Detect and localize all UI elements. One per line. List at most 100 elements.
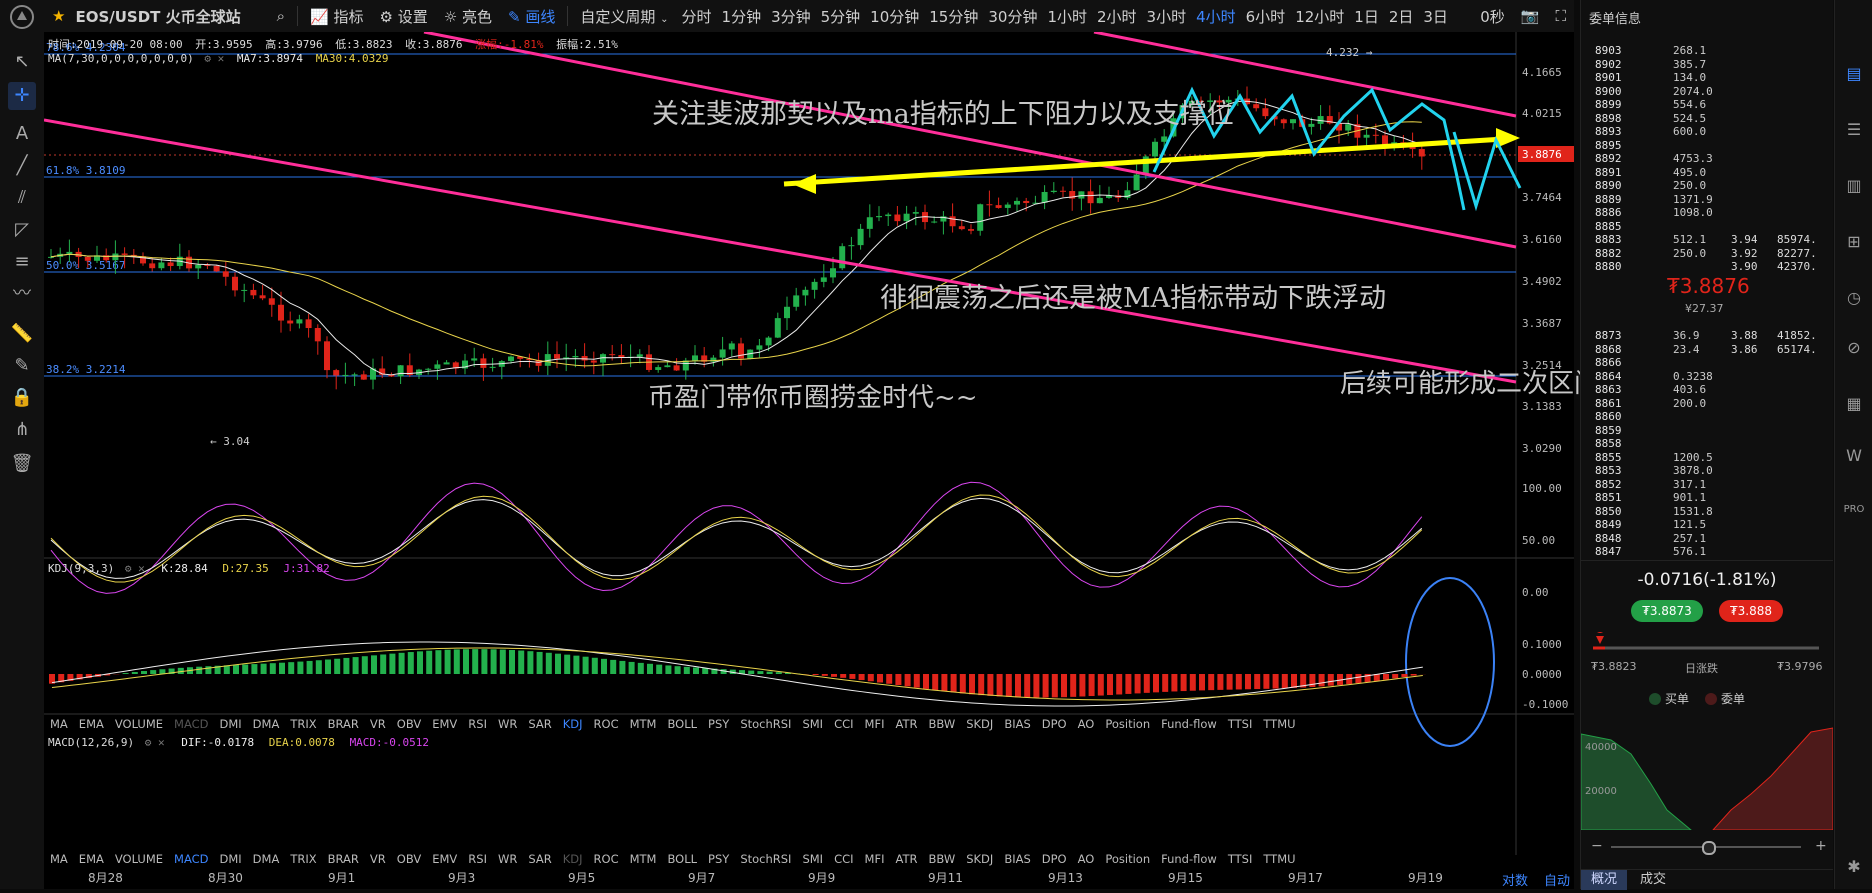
- macd-settings-icon[interactable]: ⚙ ✕: [145, 736, 165, 749]
- order-book-row[interactable]: 8852317.1: [1581, 478, 1833, 491]
- indicator-tab[interactable]: SKDJ: [966, 852, 993, 866]
- period-tab[interactable]: 2小时: [1092, 6, 1142, 27]
- crosshair-icon[interactable]: ✛: [8, 82, 36, 110]
- indicator-tab[interactable]: RSI: [468, 717, 487, 731]
- news-icon[interactable]: W: [1842, 444, 1866, 468]
- indicators-button[interactable]: 📈 指标: [302, 6, 371, 27]
- period-tab[interactable]: 30分钟: [983, 6, 1042, 27]
- clock-icon[interactable]: ◷: [1842, 286, 1866, 310]
- indicator-tab[interactable]: KDJ: [563, 852, 583, 866]
- indicator-tab[interactable]: BRAR: [328, 717, 359, 731]
- list-icon[interactable]: ☰: [1842, 118, 1866, 142]
- indicator-tab[interactable]: MA: [50, 717, 68, 731]
- order-book-row[interactable]: 88861098.0: [1581, 206, 1833, 219]
- indicator-tab[interactable]: SAR: [528, 717, 551, 731]
- lock-icon[interactable]: 🔒: [8, 384, 36, 412]
- tab-trades[interactable]: 成交: [1633, 870, 1673, 890]
- indicator-tab[interactable]: StochRSI: [740, 852, 791, 866]
- layout-icon[interactable]: ⊞: [1842, 230, 1866, 254]
- wave-tool-icon[interactable]: 〰: [8, 280, 36, 308]
- trend-line-icon[interactable]: ╱: [8, 152, 36, 180]
- indicator-tab[interactable]: TRIX: [290, 717, 316, 731]
- horizontal-line-icon[interactable]: ≡: [8, 248, 36, 276]
- indicator-tab[interactable]: BIAS: [1004, 852, 1030, 866]
- indicator-tab[interactable]: TRIX: [290, 852, 316, 866]
- period-tab[interactable]: 6小时: [1241, 6, 1291, 27]
- period-tab[interactable]: 12小时: [1290, 6, 1349, 27]
- indicator-tab[interactable]: SAR: [528, 852, 551, 866]
- settings-cog-icon[interactable]: ✱: [1842, 855, 1866, 879]
- order-book-row[interactable]: 8861200.0: [1581, 397, 1833, 410]
- order-book-row[interactable]: 8863403.6: [1581, 383, 1833, 396]
- period-tab[interactable]: 分时: [677, 6, 717, 27]
- buy-price-button[interactable]: ₮3.8873: [1631, 600, 1703, 622]
- order-book-row[interactable]: 8890250.0: [1581, 179, 1833, 192]
- indicator-tab[interactable]: AO: [1078, 852, 1095, 866]
- indicator-tab[interactable]: ATR: [895, 852, 917, 866]
- indicator-tab[interactable]: TTSI: [1228, 852, 1253, 866]
- indicator-tab[interactable]: MACD: [174, 852, 208, 866]
- indicator-tab[interactable]: Position: [1105, 717, 1150, 731]
- sell-price-button[interactable]: ₮3.888: [1719, 600, 1783, 622]
- indicator-tab[interactable]: OBV: [397, 717, 421, 731]
- order-book-row[interactable]: 8898524.5: [1581, 112, 1833, 125]
- indicator-tab[interactable]: VOLUME: [115, 852, 163, 866]
- indicator-tab[interactable]: Fund-flow: [1161, 717, 1217, 731]
- order-book-row[interactable]: 8895: [1581, 139, 1833, 152]
- kdj-settings-icon[interactable]: ⚙ ✕: [125, 562, 145, 575]
- order-book-row[interactable]: 88533878.0: [1581, 464, 1833, 477]
- indicator-tab[interactable]: WR: [498, 852, 517, 866]
- indicator-tab[interactable]: BBW: [928, 852, 955, 866]
- indicator-tab[interactable]: Fund-flow: [1161, 852, 1217, 866]
- indicator-tab[interactable]: ROC: [594, 852, 619, 866]
- ma-settings-icon[interactable]: ⚙ ✕: [204, 52, 224, 65]
- order-book-row[interactable]: 89002074.0: [1581, 85, 1833, 98]
- indicator-tab[interactable]: EMV: [432, 852, 457, 866]
- zoom-out-icon[interactable]: −: [1591, 838, 1603, 854]
- indicator-tab[interactable]: MACD: [174, 717, 208, 731]
- search-icon[interactable]: ⌕: [269, 7, 293, 25]
- order-book-row[interactable]: 8891495.0: [1581, 166, 1833, 179]
- period-tab[interactable]: 1小时: [1042, 6, 1092, 27]
- order-book-row[interactable]: 88640.3238: [1581, 370, 1833, 383]
- period-tab[interactable]: 4小时: [1191, 6, 1241, 27]
- indicator-tab[interactable]: PSY: [708, 717, 729, 731]
- indicator-tab[interactable]: SKDJ: [966, 717, 993, 731]
- text-tool-icon[interactable]: A: [8, 120, 36, 148]
- log-scale-button[interactable]: 对数: [1502, 870, 1528, 889]
- indicator-tab[interactable]: TTMU: [1263, 717, 1295, 731]
- compass-icon[interactable]: ⊘: [1842, 336, 1866, 360]
- indicator-tab[interactable]: DMA: [253, 852, 280, 866]
- zoom-slider-handle[interactable]: [1702, 841, 1716, 855]
- order-book-row[interactable]: 8858: [1581, 437, 1833, 450]
- order-book-row[interactable]: 8866: [1581, 356, 1833, 369]
- order-book-row[interactable]: 88891371.9: [1581, 193, 1833, 206]
- fullscreen-icon[interactable]: ⛶: [1547, 7, 1574, 25]
- indicator-tab[interactable]: DPO: [1042, 852, 1067, 866]
- period-tab[interactable]: 5分钟: [816, 6, 866, 27]
- brightness-button[interactable]: ☼ 亮色: [436, 6, 500, 27]
- indicator-tab[interactable]: MA: [50, 852, 68, 866]
- order-book-row[interactable]: 8883512.13.9485974.: [1581, 233, 1833, 246]
- indicator-tab[interactable]: VR: [370, 717, 386, 731]
- period-tab[interactable]: 1分钟: [717, 6, 767, 27]
- order-book-row[interactable]: 88803.9042370.: [1581, 260, 1833, 273]
- indicator-tab[interactable]: MTM: [630, 717, 657, 731]
- indicator-tab[interactable]: EMA: [79, 717, 104, 731]
- period-tab[interactable]: 2日: [1384, 6, 1419, 27]
- order-book-row[interactable]: 8899554.6: [1581, 98, 1833, 111]
- indicator-tab[interactable]: AO: [1078, 717, 1095, 731]
- indicator-tab[interactable]: MFI: [865, 717, 885, 731]
- order-book-row[interactable]: 8901134.0: [1581, 71, 1833, 84]
- order-book-row[interactable]: 8847576.1: [1581, 545, 1833, 558]
- camera-icon[interactable]: 📷: [1513, 7, 1548, 25]
- order-book-row[interactable]: 8902385.7: [1581, 58, 1833, 71]
- pro-icon[interactable]: PRO: [1842, 498, 1866, 522]
- indicator-tab[interactable]: CCI: [834, 717, 853, 731]
- triangle-tool-icon[interactable]: ◸: [8, 216, 36, 244]
- indicator-tab[interactable]: ROC: [594, 717, 619, 731]
- auto-scale-button[interactable]: 自动: [1544, 870, 1570, 889]
- order-book-row[interactable]: 8885: [1581, 220, 1833, 233]
- order-book-row[interactable]: 8851901.1: [1581, 491, 1833, 504]
- indicator-tab[interactable]: RSI: [468, 852, 487, 866]
